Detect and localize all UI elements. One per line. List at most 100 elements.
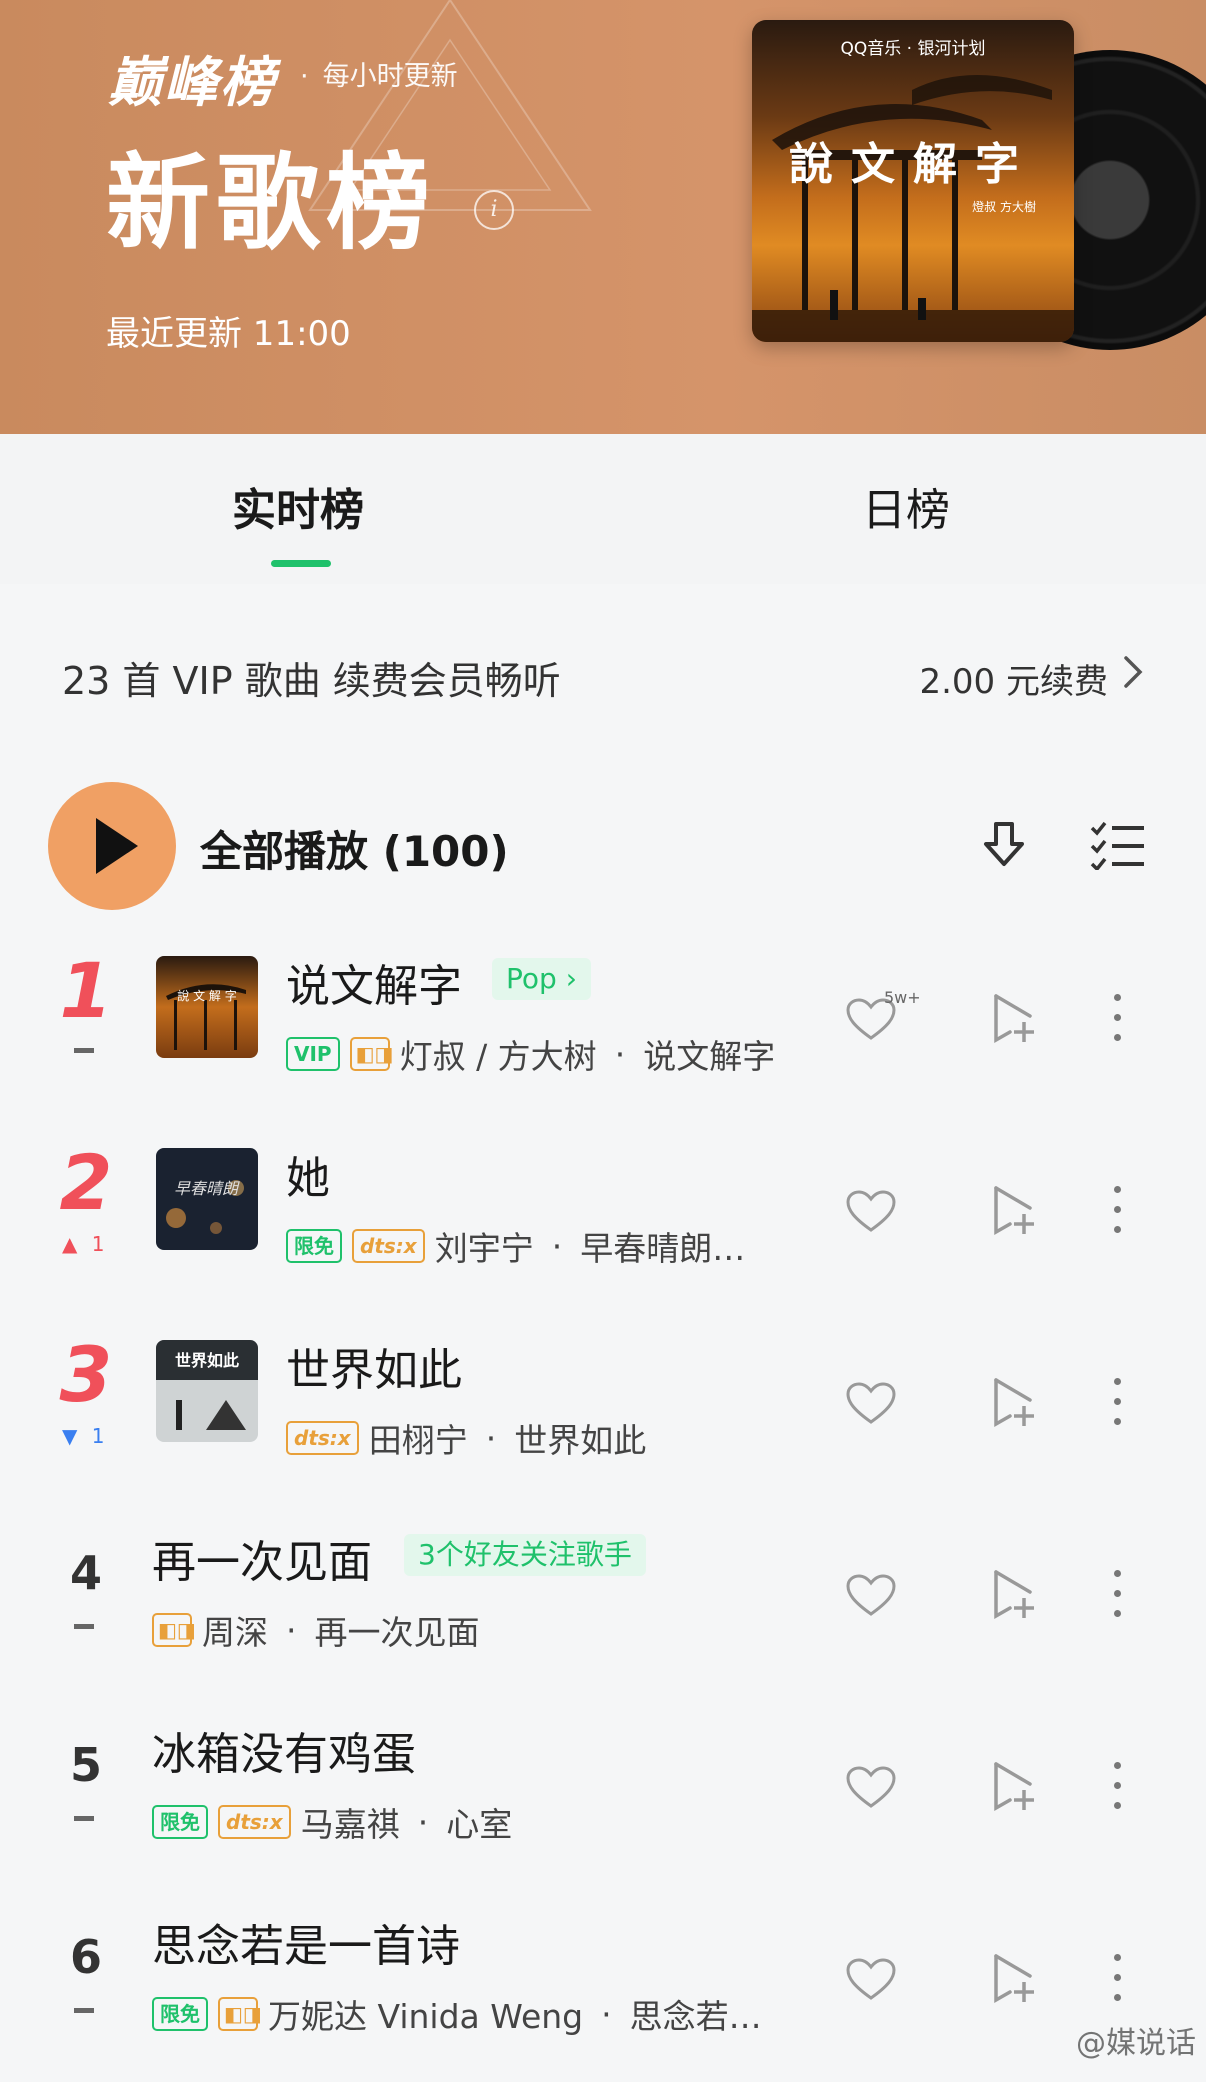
song-rank: 1 bbox=[59, 946, 113, 1035]
song-title[interactable]: 冰箱没有鸡蛋 bbox=[152, 1718, 416, 1782]
friends-follow-tag[interactable]: 3个好友关注歌手 bbox=[404, 1534, 646, 1576]
play-all-row: 全部播放 (100) bbox=[0, 764, 1206, 914]
multi-select-icon[interactable] bbox=[1090, 820, 1146, 870]
trend-flat-icon bbox=[74, 1048, 94, 1053]
add-to-playlist-icon[interactable] bbox=[990, 992, 1040, 1044]
song-thumbnail[interactable]: 世界如此 bbox=[156, 1340, 258, 1442]
download-icon[interactable] bbox=[976, 818, 1032, 874]
more-options-icon[interactable] bbox=[1114, 994, 1124, 1054]
dts-x-badge: dts:x bbox=[286, 1421, 359, 1455]
like-heart-icon[interactable] bbox=[846, 1958, 896, 2002]
trend-flat-icon bbox=[74, 1816, 94, 1821]
tab-daily[interactable]: 日榜 bbox=[862, 474, 950, 538]
svg-text:說 文 解 字: 說 文 解 字 bbox=[177, 988, 236, 1003]
chevron-right-icon: › bbox=[565, 962, 577, 995]
trend-value: 1 bbox=[91, 1232, 105, 1256]
song-meta: VIP ◧◨ 灯叔 / 方大树 · 说文解字 bbox=[286, 1030, 775, 1078]
weibo-watermark: @媒说话 bbox=[1076, 2026, 1196, 2061]
song-artist[interactable]: 周深 bbox=[202, 1606, 268, 1654]
song-row[interactable]: 6 思念若是一首诗 限免 ◧◨ 万妮达 Vinida Weng · 思念若… bbox=[0, 1890, 1206, 2082]
add-to-playlist-icon[interactable] bbox=[990, 1184, 1040, 1236]
trend-up-icon: ▲ 1 bbox=[62, 1232, 105, 1256]
genre-tag-label: Pop bbox=[506, 962, 557, 995]
chart-update-frequency: · 每小时更新 bbox=[300, 61, 458, 92]
trend-flat-icon bbox=[74, 1624, 94, 1629]
song-album[interactable]: 早春晴朗… bbox=[580, 1222, 745, 1270]
like-count: 5w+ bbox=[884, 988, 921, 1007]
genre-tag[interactable]: Pop › bbox=[492, 958, 591, 1000]
like-heart-icon[interactable] bbox=[846, 1382, 896, 1426]
song-meta: 限免 dts:x 刘宇宁 · 早春晴朗… bbox=[286, 1222, 745, 1270]
song-row[interactable]: 5 冰箱没有鸡蛋 限免 dts:x 马嘉祺 · 心室 bbox=[0, 1698, 1206, 1890]
chart-brand: 巅峰榜 bbox=[108, 51, 276, 114]
active-tab-indicator bbox=[271, 560, 331, 567]
song-meta: dts:x 田栩宁 · 世界如此 bbox=[286, 1414, 646, 1462]
more-options-icon[interactable] bbox=[1114, 1762, 1124, 1822]
song-album[interactable]: 说文解字 bbox=[643, 1030, 775, 1078]
vip-banner-text: 23 首 VIP 歌曲 续费会员畅听 bbox=[62, 659, 561, 703]
cover-artists: 燈叔 方大樹 bbox=[972, 200, 1036, 214]
free-limited-badge: 限免 bbox=[152, 1805, 208, 1839]
play-all-button[interactable] bbox=[48, 782, 176, 910]
song-artist[interactable]: 田栩宁 bbox=[369, 1414, 468, 1462]
trend-flat-icon bbox=[74, 2008, 94, 2013]
song-artist[interactable]: 刘宇宁 bbox=[435, 1222, 534, 1270]
song-title[interactable]: 说文解字 bbox=[286, 950, 462, 1014]
song-artist[interactable]: 灯叔 / 方大树 bbox=[400, 1030, 597, 1078]
vip-renew-price[interactable]: 2.00 元续费 bbox=[919, 654, 1108, 703]
like-heart-icon[interactable] bbox=[846, 1574, 896, 1618]
svg-text:世界如此: 世界如此 bbox=[175, 1351, 239, 1370]
more-options-icon[interactable] bbox=[1114, 1570, 1124, 1630]
info-icon[interactable]: i bbox=[474, 190, 514, 230]
page-title: 新歌榜 bbox=[106, 142, 437, 264]
song-rank: 5 bbox=[69, 1738, 102, 1792]
tab-realtime[interactable]: 实时榜 bbox=[232, 474, 364, 538]
song-album[interactable]: 心室 bbox=[446, 1798, 512, 1846]
song-title[interactable]: 思念若是一首诗 bbox=[152, 1910, 460, 1974]
chart-header: 巅峰榜 · 每小时更新 新歌榜 i 最近更新 11:00 QQ音乐 · 银河计划 … bbox=[0, 0, 1206, 434]
add-to-playlist-icon[interactable] bbox=[990, 1952, 1040, 2004]
song-rank: 4 bbox=[69, 1546, 102, 1600]
song-thumbnail[interactable]: 說 文 解 字 bbox=[156, 956, 258, 1058]
more-options-icon[interactable] bbox=[1114, 1954, 1124, 2014]
song-meta: 限免 ◧◨ 万妮达 Vinida Weng · 思念若… bbox=[152, 1990, 762, 2038]
play-all-label[interactable]: 全部播放 (100) bbox=[200, 818, 509, 879]
song-rank: 6 bbox=[69, 1930, 102, 1984]
song-title[interactable]: 她 bbox=[286, 1142, 330, 1206]
dolby-icon: ◧◨ bbox=[152, 1613, 196, 1647]
song-row[interactable]: 1 說 文 解 字 说文解字 Pop › VIP ◧◨ 灯叔 / 方大树 · 说… bbox=[0, 930, 1206, 1122]
song-title[interactable]: 世界如此 bbox=[286, 1334, 462, 1398]
song-rank: 3 bbox=[59, 1330, 113, 1419]
add-to-playlist-icon[interactable] bbox=[990, 1760, 1040, 1812]
song-album[interactable]: 世界如此 bbox=[514, 1414, 646, 1462]
vip-renew-banner[interactable]: 23 首 VIP 歌曲 续费会员畅听 2.00 元续费 bbox=[0, 584, 1206, 764]
dts-x-badge: dts:x bbox=[218, 1805, 291, 1839]
like-heart-icon[interactable] bbox=[846, 1190, 896, 1234]
dolby-icon: ◧◨ bbox=[349, 1037, 393, 1071]
song-artist[interactable]: 马嘉祺 bbox=[301, 1798, 400, 1846]
chevron-right-icon[interactable] bbox=[1122, 654, 1144, 699]
more-options-icon[interactable] bbox=[1114, 1186, 1124, 1246]
song-row[interactable]: 3 ▼ 1 世界如此 世界如此 dts:x 田栩宁 · 世界如此 bbox=[0, 1314, 1206, 1506]
vip-badge: VIP bbox=[286, 1037, 340, 1071]
add-to-playlist-icon[interactable] bbox=[990, 1376, 1040, 1428]
more-options-icon[interactable] bbox=[1114, 1378, 1124, 1438]
play-icon bbox=[96, 818, 138, 874]
free-limited-badge: 限免 bbox=[152, 1997, 208, 2031]
song-row[interactable]: 2 ▲ 1 早春晴朗 她 限免 dts:x 刘宇宁 · 早春晴朗… bbox=[0, 1122, 1206, 1314]
song-album[interactable]: 思念若… bbox=[630, 1990, 762, 2038]
add-to-playlist-icon[interactable] bbox=[990, 1568, 1040, 1620]
dolby-icon: ◧◨ bbox=[218, 1997, 262, 2031]
trend-value: 1 bbox=[91, 1424, 105, 1448]
song-album[interactable]: 再一次见面 bbox=[315, 1606, 480, 1654]
song-thumbnail[interactable]: 早春晴朗 bbox=[156, 1148, 258, 1250]
like-heart-icon[interactable] bbox=[846, 1766, 896, 1810]
chart-cover-art[interactable]: QQ音乐 · 银河计划 說文解字 燈叔 方大樹 bbox=[752, 20, 1074, 342]
song-artist[interactable]: 万妮达 Vinida Weng bbox=[268, 1990, 583, 2038]
song-meta: 限免 dts:x 马嘉祺 · 心室 bbox=[152, 1798, 512, 1846]
song-row[interactable]: 4 再一次见面 3个好友关注歌手 ◧◨ 周深 · 再一次见面 bbox=[0, 1506, 1206, 1698]
song-rank: 2 bbox=[59, 1138, 113, 1227]
dts-x-badge: dts:x bbox=[352, 1229, 425, 1263]
song-title[interactable]: 再一次见面 bbox=[152, 1526, 372, 1590]
trend-down-icon: ▼ 1 bbox=[62, 1424, 105, 1448]
